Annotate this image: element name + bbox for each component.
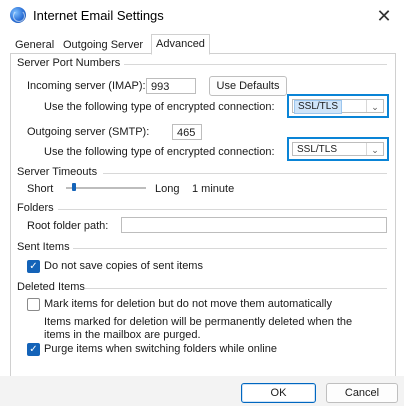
chevron-down-icon[interactable]: ⌄ xyxy=(366,143,383,155)
ok-button[interactable]: OK xyxy=(241,383,316,403)
timeout-slider-thumb[interactable] xyxy=(72,183,76,191)
deleted-items-heading: Deleted Items xyxy=(17,281,85,293)
deleted-items-note-line2: items in the mailbox are purged. xyxy=(44,329,201,341)
section-divider xyxy=(103,173,387,174)
outgoing-server-label: Outgoing server (SMTP): xyxy=(27,126,150,138)
deleted-items-note-line1: Items marked for deletion will be perman… xyxy=(44,316,353,328)
section-divider xyxy=(124,64,387,65)
incoming-encryption-highlight: SSL/TLS ⌄ xyxy=(287,94,389,118)
section-divider xyxy=(85,288,387,289)
title-bar: Internet Email Settings ✕ xyxy=(0,0,404,32)
do-not-save-sent-checkbox[interactable]: ✓ xyxy=(27,260,40,273)
folders-heading: Folders xyxy=(17,202,54,214)
timeout-short-label: Short xyxy=(27,183,54,195)
incoming-encryption-value: SSL/TLS xyxy=(294,100,343,114)
incoming-server-label: Incoming server (IMAP): xyxy=(27,80,146,92)
mark-for-deletion-label[interactable]: Mark items for deletion but do not move … xyxy=(44,298,332,310)
outgoing-encryption-highlight: SSL/TLS ⌄ xyxy=(287,137,389,161)
internet-email-globe-icon xyxy=(10,7,26,23)
outgoing-encryption-select[interactable]: SSL/TLS ⌄ xyxy=(292,142,384,156)
close-button[interactable]: ✕ xyxy=(370,4,398,28)
mark-for-deletion-checkbox[interactable] xyxy=(27,298,40,311)
section-divider xyxy=(58,209,387,210)
incoming-encryption-label: Use the following type of encrypted conn… xyxy=(44,101,275,113)
tab-advanced[interactable]: Advanced xyxy=(151,34,210,55)
outgoing-encryption-value: SSL/TLS xyxy=(297,144,338,155)
use-defaults-button[interactable]: Use Defaults xyxy=(209,76,287,96)
do-not-save-sent-label[interactable]: Do not save copies of sent items xyxy=(44,260,203,272)
timeout-value: 1 minute xyxy=(192,183,235,195)
purge-items-checkbox[interactable]: ✓ xyxy=(27,343,40,356)
root-folder-path-label: Root folder path: xyxy=(27,220,109,232)
sent-items-heading: Sent Items xyxy=(17,241,70,253)
section-divider xyxy=(73,248,387,249)
cancel-button[interactable]: Cancel xyxy=(326,383,398,403)
timeout-slider-track[interactable] xyxy=(66,187,146,189)
chevron-down-icon[interactable]: ⌄ xyxy=(366,100,383,112)
outgoing-port-input[interactable]: 465 xyxy=(172,124,202,140)
purge-items-label[interactable]: Purge items when switching folders while… xyxy=(44,343,277,355)
timeout-long-label: Long xyxy=(155,183,180,195)
incoming-encryption-select[interactable]: SSL/TLS ⌄ xyxy=(292,99,384,114)
root-folder-path-input[interactable] xyxy=(121,217,387,233)
server-port-numbers-heading: Server Port Numbers xyxy=(17,57,121,69)
server-timeouts-heading: Server Timeouts xyxy=(17,166,98,178)
window-title: Internet Email Settings xyxy=(33,8,164,23)
incoming-port-input[interactable]: 993 xyxy=(146,78,196,94)
outgoing-encryption-label: Use the following type of encrypted conn… xyxy=(44,146,275,158)
